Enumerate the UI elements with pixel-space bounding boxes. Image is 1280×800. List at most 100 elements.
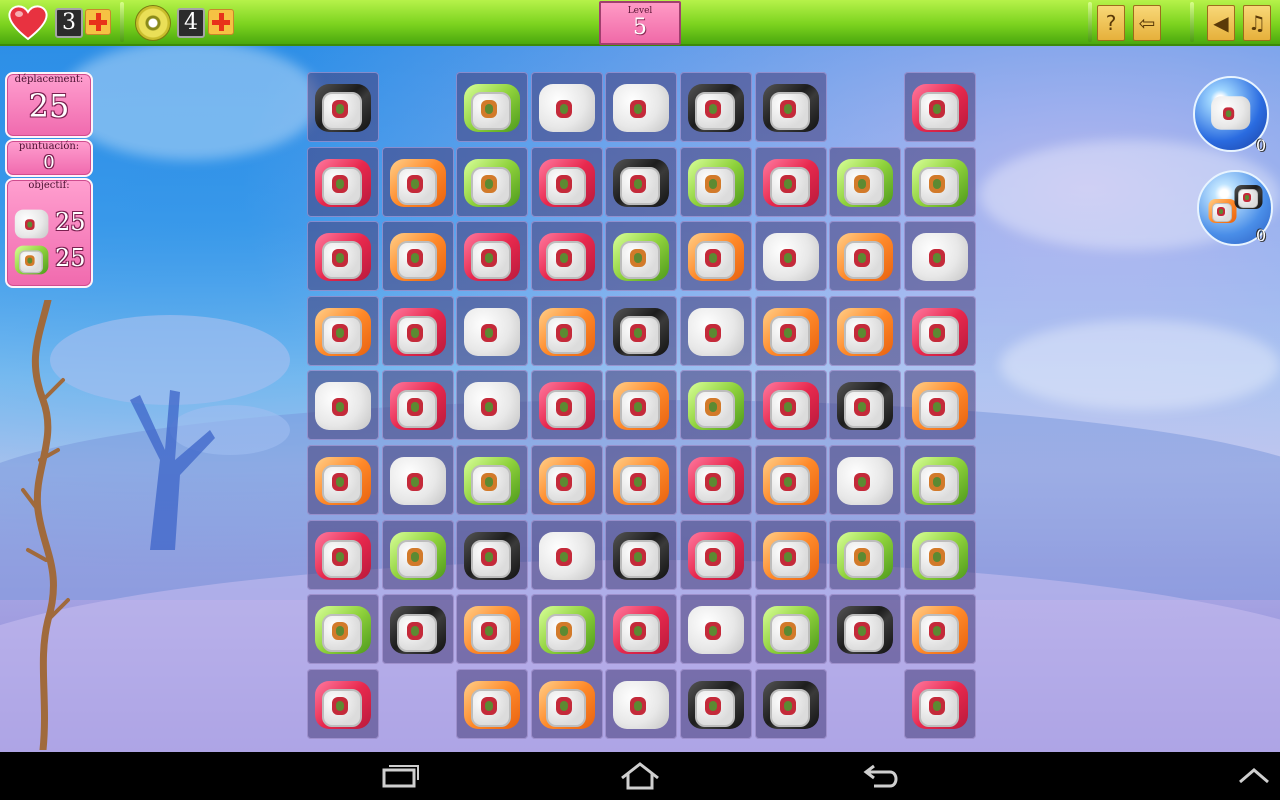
board-cell[interactable] [903, 370, 976, 441]
board-cell[interactable] [754, 519, 827, 590]
back-button[interactable] [862, 760, 902, 792]
sound-button[interactable]: ◀ [1207, 5, 1235, 41]
board-cell[interactable] [381, 519, 454, 590]
board-cell[interactable] [903, 668, 976, 739]
menu-up-button[interactable] [1236, 760, 1272, 792]
tree-silhouette [50, 315, 290, 550]
board-cell[interactable] [381, 445, 454, 515]
board-cell[interactable] [903, 72, 976, 142]
board-cell[interactable] [307, 370, 379, 441]
board-cell[interactable] [903, 295, 976, 366]
home-button[interactable] [618, 760, 662, 792]
board-cell[interactable] [754, 146, 827, 217]
board-cell[interactable] [530, 221, 603, 292]
board-cell[interactable] [829, 146, 902, 217]
board-cell[interactable] [456, 668, 529, 739]
board-cell[interactable] [605, 72, 678, 142]
board-cell[interactable] [605, 370, 678, 441]
tuna-roll-piece [461, 227, 523, 285]
board-cell[interactable] [903, 445, 976, 515]
board-cell[interactable] [456, 445, 529, 515]
board-cell[interactable] [829, 295, 902, 366]
tuna-roll-piece [312, 526, 374, 584]
board-cell[interactable] [680, 594, 752, 665]
board-cell[interactable] [307, 519, 379, 590]
board-cell[interactable] [530, 146, 603, 217]
cucumber-roll-piece [387, 526, 449, 584]
help-button[interactable]: ? [1097, 5, 1125, 41]
exit-button[interactable]: ⇦ [1133, 5, 1161, 41]
board-cell[interactable] [456, 72, 529, 142]
board-cell[interactable] [829, 370, 902, 441]
board-cell[interactable] [456, 370, 529, 441]
objective-panel: objectif: 25 25 [5, 178, 93, 288]
board-cell[interactable] [829, 594, 902, 665]
board-cell[interactable] [605, 594, 678, 665]
board-cell[interactable] [381, 221, 454, 292]
board-cell[interactable] [456, 221, 529, 292]
board-cell[interactable] [605, 445, 678, 515]
board-cell[interactable] [680, 445, 752, 515]
board-cell[interactable] [680, 72, 752, 142]
nori-roll-piece [834, 600, 896, 658]
board-cell[interactable] [530, 668, 603, 739]
board-cell[interactable] [307, 445, 379, 515]
board-cell[interactable] [680, 519, 752, 590]
board-cell[interactable] [307, 72, 379, 142]
board-cell[interactable] [381, 594, 454, 665]
board-cell[interactable] [530, 519, 603, 590]
board-cell[interactable] [307, 668, 379, 739]
board-cell[interactable] [829, 519, 902, 590]
board-cell[interactable] [754, 668, 827, 739]
board-cell[interactable] [456, 295, 529, 366]
board-cell[interactable] [754, 370, 827, 441]
board-cell[interactable] [754, 221, 827, 292]
board-cell[interactable] [307, 295, 379, 366]
board-cell[interactable] [530, 72, 603, 142]
board-cell[interactable] [456, 594, 529, 665]
board-cell[interactable] [680, 295, 752, 366]
board-cell[interactable] [829, 445, 902, 515]
board-cell[interactable] [754, 445, 827, 515]
board-cell[interactable] [456, 519, 529, 590]
board-cell[interactable] [680, 370, 752, 441]
board-cell[interactable] [680, 146, 752, 217]
board-cell[interactable] [903, 221, 976, 292]
tuna-roll-piece [312, 227, 374, 285]
board-cell[interactable] [307, 146, 379, 217]
board-cell[interactable] [530, 594, 603, 665]
add-coins-button[interactable] [208, 9, 234, 35]
board-cell[interactable] [903, 146, 976, 217]
board-cell[interactable] [530, 370, 603, 441]
board-cell[interactable] [605, 146, 678, 217]
objective-count: 25 [55, 208, 86, 236]
board-cell[interactable] [307, 594, 379, 665]
board-cell[interactable] [605, 668, 678, 739]
board-cell[interactable] [680, 221, 752, 292]
board-cell[interactable] [605, 519, 678, 590]
board-cell[interactable] [680, 668, 752, 739]
music-button[interactable]: ♫ [1243, 5, 1271, 41]
board-cell[interactable] [381, 295, 454, 366]
objective-row: 25 [13, 206, 93, 239]
board-cell[interactable] [530, 445, 603, 515]
board-cell[interactable] [381, 146, 454, 217]
board-cell[interactable] [903, 519, 976, 590]
moves-label: déplacement: [14, 74, 84, 85]
board-cell[interactable] [605, 221, 678, 292]
add-lives-button[interactable] [85, 9, 111, 35]
board-cell[interactable] [530, 295, 603, 366]
board-cell[interactable] [754, 594, 827, 665]
board-cell[interactable] [381, 370, 454, 441]
recent-apps-button[interactable] [380, 760, 420, 792]
board-cell[interactable] [829, 221, 902, 292]
board-cell[interactable] [456, 146, 529, 217]
board-cell[interactable] [754, 72, 827, 142]
level-value: 5 [633, 15, 647, 40]
board-cell[interactable] [903, 594, 976, 665]
lives-count: 3 [55, 8, 83, 38]
board-cell[interactable] [605, 295, 678, 366]
board-cell[interactable] [307, 221, 379, 292]
board-cell[interactable] [754, 295, 827, 366]
rice-roll-icon [1209, 92, 1251, 130]
